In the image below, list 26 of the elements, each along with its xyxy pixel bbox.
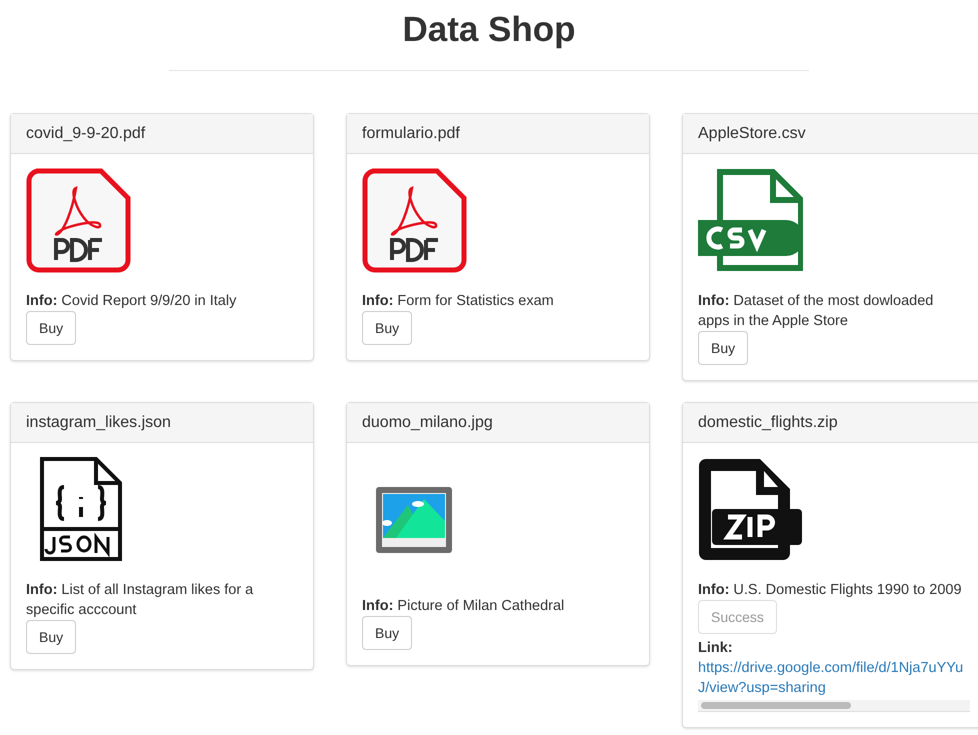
file-info: Info: Dataset of the most dowloaded apps in the Apple Store — [698, 292, 934, 331]
buy-button[interactable]: Buy — [362, 311, 412, 345]
link-label: Link: — [698, 639, 733, 658]
zip-file-icon — [698, 457, 803, 562]
file-info: Info: List of all Instagram likes for a specific acccount — [26, 581, 254, 620]
scrollbar[interactable] — [698, 700, 970, 712]
file-info: Info: Covid Report 9/9/20 in Italy — [26, 292, 238, 311]
file-name: AppleStore.csv — [698, 124, 806, 144]
download-link[interactable]: https://drive.google.com/file/d/1Nja7uYYu J/view?usp=sharing — [698, 658, 964, 698]
csv-file-icon — [698, 168, 803, 273]
file-info: Info: U.S. Domestic Flights 1990 to 2009 — [698, 581, 963, 600]
file-info: Info: Picture of Milan Cathedral — [362, 597, 566, 616]
buy-button[interactable]: Buy — [26, 620, 76, 654]
buy-button[interactable]: Buy — [698, 331, 748, 365]
file-name: duomo_milano.jpg — [362, 412, 493, 432]
file-name: domestic_flights.zip — [698, 412, 838, 432]
file-info: Info: Form for Statistics exam — [362, 292, 555, 311]
pdf-file-icon — [362, 168, 467, 273]
buy-button[interactable]: Buy — [362, 616, 412, 650]
file-name: instagram_likes.json — [26, 412, 171, 432]
pdf-file-icon — [26, 168, 131, 273]
image-icon — [374, 485, 454, 555]
buy-button[interactable]: Buy — [26, 311, 76, 345]
page-title: Data Shop — [402, 10, 576, 50]
file-name: formulario.pdf — [362, 124, 460, 144]
file-name: covid_9-9-20.pdf — [26, 124, 146, 144]
